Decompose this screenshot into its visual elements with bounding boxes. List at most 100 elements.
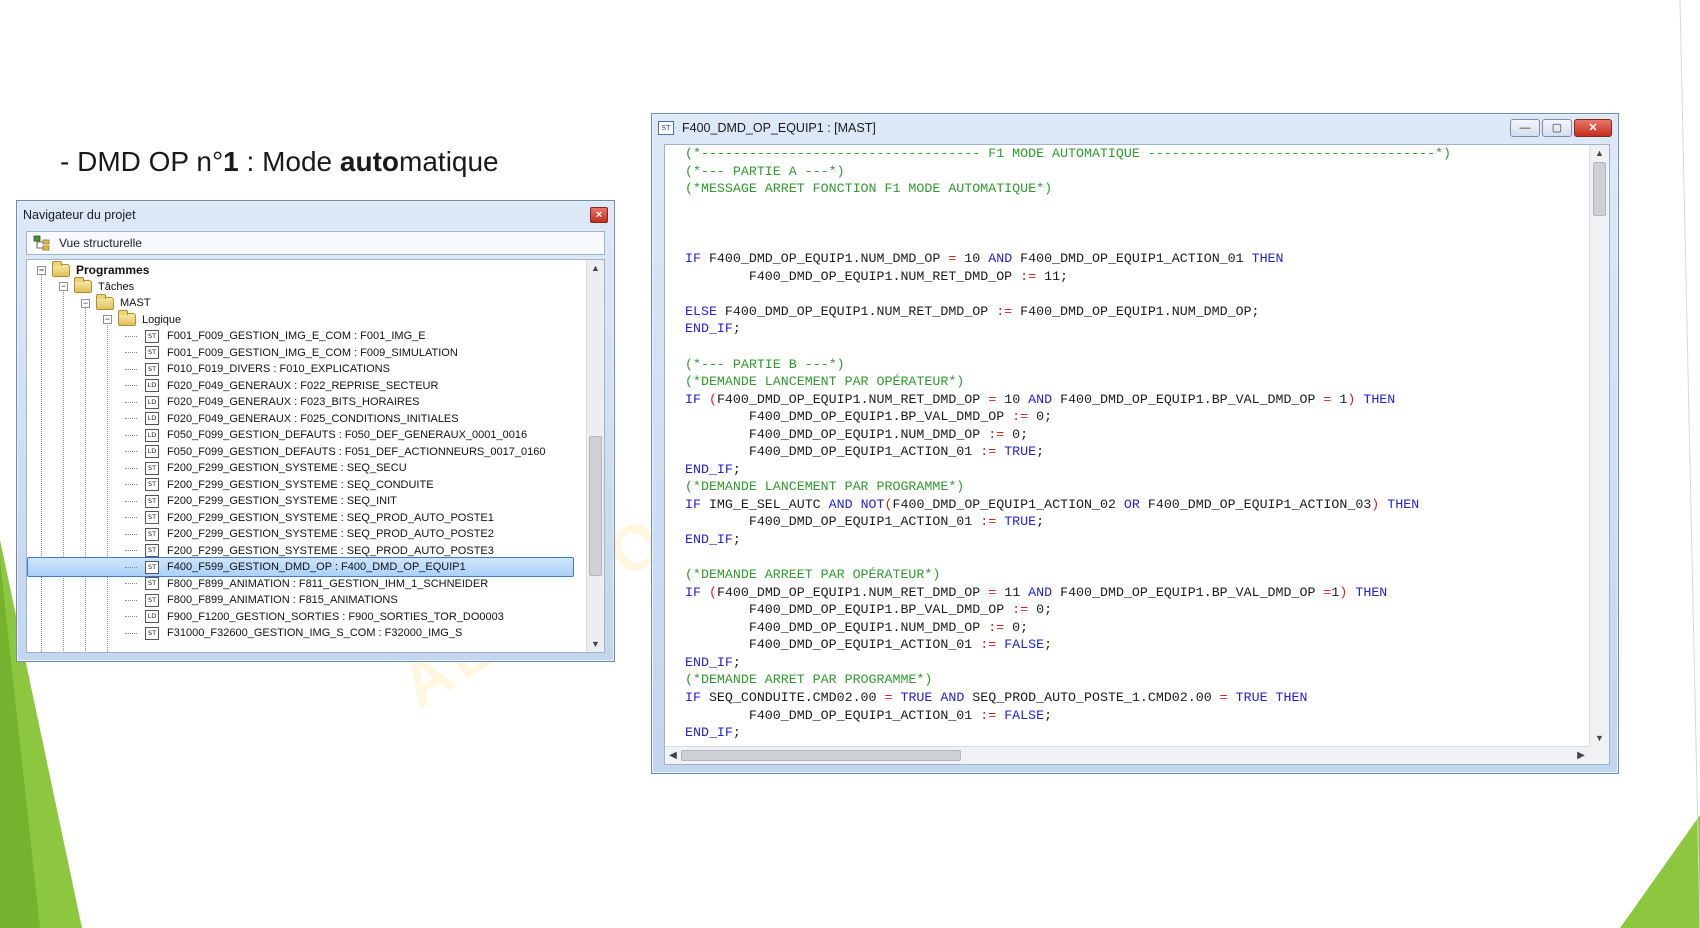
minimize-button[interactable]: — <box>1510 119 1540 137</box>
collapse-icon[interactable]: − <box>37 265 46 275</box>
collapse-icon[interactable]: − <box>103 315 112 325</box>
code-comment: (*MESSAGE ARRET FONCTION F1 MODE AUTOMAT… <box>685 181 1053 197</box>
code-comment: (*DEMANDE ARREET PAR OPÉRATEUR*) <box>685 567 941 583</box>
navigator-close-button[interactable]: × <box>590 207 608 223</box>
code-scroll-down-arrow-icon[interactable]: ▼ <box>1590 730 1609 746</box>
code-keyword: END_IF <box>685 321 733 337</box>
tree-section-item[interactable]: ST F001_F009_GESTION_IMG_E_COM : F001_IMG… <box>125 328 426 345</box>
ld-section-icon: LD <box>145 610 159 624</box>
code-scroll-up-arrow-icon[interactable]: ▲ <box>1590 145 1609 161</box>
code-text-area[interactable]: (*----------------------------------- F1… <box>665 145 1589 746</box>
tree-branch-line <box>125 616 137 618</box>
code-comment: (*DEMANDE LANCEMENT PAR OPÉRATEUR*) <box>685 374 965 390</box>
tree-branch-line <box>125 368 137 370</box>
code-hscroll-thumb[interactable] <box>681 750 961 761</box>
tree-section-item[interactable]: ST F200_F299_GESTION_SYSTEME : SEQ_SECU <box>125 460 407 477</box>
project-tree: − Programmes − Tâches − MAST − Logique ST F001_F0… <box>27 260 586 652</box>
tree-section-item[interactable]: ST F010_F019_DIVERS : F010_EXPLICATIONS <box>125 361 390 378</box>
tree-section-item[interactable]: ST F800_F899_ANIMATION : F811_GESTION_IHM… <box>125 576 488 593</box>
collapse-icon[interactable]: − <box>81 298 90 308</box>
tree-connector-line <box>41 270 42 652</box>
tree-section-item[interactable]: ST F31000_F32600_GESTION_IMG_S_COM : F320… <box>125 625 462 642</box>
slide-title-suffix: matique <box>399 146 499 177</box>
tree-folder-item[interactable]: − Tâches <box>59 277 134 296</box>
tree-section-item[interactable]: ST F200_F299_GESTION_SYSTEME : SEQ_INIT <box>125 493 397 510</box>
tree-section-item[interactable]: ST F200_F299_GESTION_SYSTEME : SEQ_CONDUI… <box>125 477 434 494</box>
tree-section-item[interactable]: ST F200_F299_GESTION_SYSTEME : SEQ_PROD_A… <box>125 526 494 543</box>
tree-section-item[interactable]: LD F050_F099_GESTION_DEFAUTS : F050_DEF_G… <box>125 427 527 444</box>
code-text: F400_DMD_OP_EQUIP1_ACTION_01 <box>685 444 981 460</box>
maximize-button[interactable]: ▢ <box>1542 119 1572 137</box>
code-keyword: END_IF <box>685 532 733 548</box>
code-keyword: AND <box>1028 391 1053 407</box>
tree-branch-line <box>125 566 137 568</box>
code-line: END_IF; <box>685 724 1589 742</box>
structural-view-icon <box>33 235 51 251</box>
code-editor-title: F400_DMD_OP_EQUIP1 : [MAST] <box>682 121 876 135</box>
tree-section-item[interactable]: ST F200_F299_GESTION_SYSTEME : SEQ_PROD_A… <box>125 510 494 527</box>
code-scroll-left-arrow-icon[interactable]: ◀ <box>665 747 681 764</box>
slide-title-prefix: - DMD OP n° <box>60 146 224 177</box>
code-keyword: THEN <box>1275 689 1308 705</box>
code-editor-titlebar[interactable]: ST F400_DMD_OP_EQUIP1 : [MAST] — ▢ ✕ <box>652 114 1618 142</box>
code-horizontal-scrollbar[interactable]: ◀ ▶ <box>665 746 1589 764</box>
st-section-icon: ST <box>145 560 159 574</box>
tree-branch-line <box>125 484 137 486</box>
tree-section-item[interactable]: ST F800_F899_ANIMATION : F815_ANIMATIONS <box>125 592 398 609</box>
folder-icon <box>118 310 136 327</box>
code-line: IF IMG_E_SEL_AUTC AND NOT(F400_DMD_OP_EQ… <box>685 496 1589 514</box>
st-section-icon: ST <box>145 527 159 541</box>
close-button[interactable]: ✕ <box>1574 119 1612 137</box>
code-line: END_IF; <box>685 320 1589 338</box>
code-keyword: OR <box>1123 496 1140 512</box>
code-vertical-scrollbar[interactable]: ▲ ▼ <box>1589 145 1609 746</box>
tree-vertical-scrollbar[interactable]: ▲ ▼ <box>586 260 604 652</box>
code-line: F400_DMD_OP_EQUIP1_ACTION_01 := TRUE; <box>685 443 1589 461</box>
folder-icon <box>52 260 70 277</box>
ld-section-icon: LD <box>145 412 159 426</box>
project-navigator-titlebar[interactable]: Navigateur du projet × <box>17 201 614 229</box>
structural-view-toolbar[interactable]: Vue structurelle <box>26 231 605 255</box>
tree-branch-line <box>125 335 137 337</box>
code-text: ; <box>1044 707 1053 723</box>
tree-branch-line <box>125 434 137 436</box>
code-keyword: TRUE <box>1004 514 1037 530</box>
code-vscroll-thumb[interactable] <box>1593 162 1606 216</box>
tree-folder-item[interactable]: − Logique <box>103 310 181 329</box>
scroll-down-arrow-icon[interactable]: ▼ <box>587 636 604 652</box>
tree-section-item[interactable]: LD F020_F049_GENERAUX : F023_BITS_HORAIRE… <box>125 394 420 411</box>
tree-scroll-thumb[interactable] <box>589 436 602 576</box>
tree-section-item[interactable]: LD F900_F1200_GESTION_SORTIES : F900_SORT… <box>125 609 504 626</box>
tree-folder-item[interactable]: − Programmes <box>37 260 150 279</box>
tree-item-label: F001_F009_GESTION_IMG_E_COM : F001_IMG_E <box>167 330 426 343</box>
code-scroll-right-arrow-icon[interactable]: ▶ <box>1573 747 1589 764</box>
tree-item-label: Programmes <box>76 263 150 278</box>
st-section-icon: ST <box>145 544 159 558</box>
resize-grip-icon[interactable] <box>1589 746 1609 764</box>
tree-section-item[interactable]: LD F050_F099_GESTION_DEFAUTS : F051_DEF_A… <box>125 444 545 461</box>
collapse-icon[interactable]: − <box>59 282 68 292</box>
code-text: F400_DMD_OP_EQUIP1_ACTION_03 <box>1139 496 1372 512</box>
tree-section-item[interactable]: ST F001_F009_GESTION_IMG_E_COM : F009_SIM… <box>125 345 458 362</box>
tree-folder-item[interactable]: − MAST <box>81 293 151 312</box>
code-keyword: ELSE <box>685 303 717 319</box>
code-keyword: IF <box>685 496 701 512</box>
tree-section-item[interactable]: LD F020_F049_GENERAUX : F022_REPRISE_SECT… <box>125 378 438 395</box>
code-text: IMG_E_SEL_AUTC <box>700 496 829 512</box>
tree-item-label: F020_F049_GENERAUX : F022_REPRISE_SECTEU… <box>167 379 439 392</box>
scroll-up-arrow-icon[interactable]: ▲ <box>587 260 604 276</box>
tree-section-item[interactable]: LD F020_F049_GENERAUX : F025_CONDITIONS_I… <box>125 411 459 428</box>
tree-branch-line <box>125 352 137 354</box>
code-keyword: FALSE <box>1004 637 1045 653</box>
tree-section-item[interactable]: ST F400_F599_GESTION_DMD_OP : F400_DMD_OP… <box>125 559 466 576</box>
code-keyword: END_IF <box>685 725 733 741</box>
project-tree-panel: − Programmes − Tâches − MAST − Logique ST F001_F0… <box>26 259 605 653</box>
st-section-icon: ST <box>145 511 159 525</box>
ld-section-icon: LD <box>145 428 159 442</box>
tree-item-label: F020_F049_GENERAUX : F025_CONDITIONS_INI… <box>167 412 459 425</box>
code-text: F400_DMD_OP_EQUIP1.NUM_DMD_OP <box>685 619 989 635</box>
